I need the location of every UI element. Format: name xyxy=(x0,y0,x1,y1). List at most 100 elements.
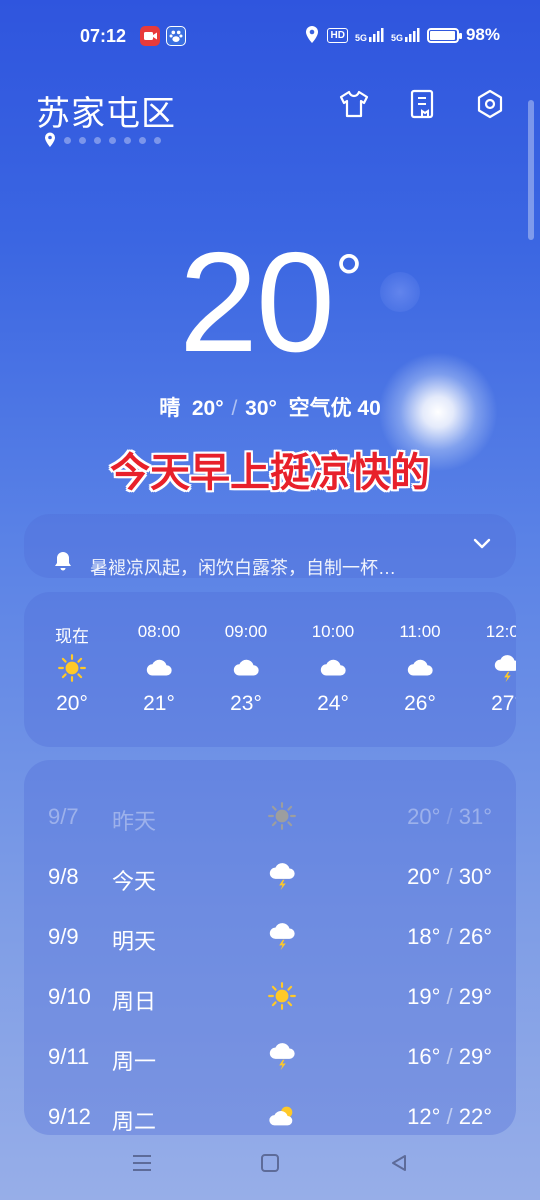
sunny-icon xyxy=(37,644,107,692)
temp-separator: / xyxy=(231,397,238,420)
daily-row[interactable]: 9/11 周一 16° / 29° xyxy=(24,1036,516,1076)
back-nav-button[interactable] xyxy=(389,1153,409,1178)
day-date: 9/9 xyxy=(48,924,79,949)
signal-5g-2: 5G xyxy=(391,27,420,43)
notebook-icon[interactable] xyxy=(406,88,438,120)
video-caption: 今天早上挺凉快的 xyxy=(110,451,430,495)
scrollbar[interactable] xyxy=(528,100,534,240)
day-temp-range: 18° / 26° xyxy=(407,924,492,949)
battery-percent: 98% xyxy=(465,25,500,44)
sunny-icon xyxy=(264,798,300,834)
cloudy-icon xyxy=(211,644,281,692)
air-quality[interactable]: 空气优 40 xyxy=(289,397,381,420)
sunny-icon xyxy=(264,978,300,1014)
hour-temp: 23° xyxy=(230,692,262,715)
hourly-item: 12:00 27° xyxy=(472,622,516,716)
thunderstorm-icon xyxy=(264,1038,300,1074)
location-page-indicator xyxy=(44,132,161,148)
day-temp-range: 12° / 22° xyxy=(407,1104,492,1129)
daily-row[interactable]: 9/12 周二 12° / 22° xyxy=(24,1096,516,1135)
city-name[interactable]: 苏家屯区 xyxy=(36,86,176,135)
menu-nav-button[interactable] xyxy=(131,1153,153,1178)
hour-time: 08:00 xyxy=(137,622,181,641)
daily-forecast[interactable]: 9/7 昨天 20° / 31° 9/8 今天 20° / 30° 9/9 明天 18° / 2… xyxy=(24,760,516,1135)
page-dot xyxy=(94,136,101,144)
day-date: 9/11 xyxy=(48,1044,90,1069)
thunderstorm-icon xyxy=(264,918,300,954)
hour-temp: 27° xyxy=(491,692,516,715)
hour-temp: 26° xyxy=(404,692,436,715)
navigation-bar xyxy=(0,1135,540,1200)
video-app-icon xyxy=(140,26,160,46)
low-temp: 20° xyxy=(191,397,224,420)
hourly-item: 10:00 24° xyxy=(298,622,368,716)
cloudy-icon xyxy=(385,644,455,692)
cloudy-icon xyxy=(298,644,368,692)
current-temperature-value: 20 xyxy=(179,223,335,382)
day-temp-range: 20° / 31° xyxy=(407,804,492,829)
status-right: HD 5G 5G 98% xyxy=(304,25,500,45)
page-dot xyxy=(124,136,131,144)
location-pin-icon xyxy=(45,132,55,147)
weather-tip-card[interactable]: 暑褪凉风起，闲饮白露茶，自制一杯… xyxy=(24,514,516,578)
daily-row[interactable]: 9/10 周日 19° / 29° xyxy=(24,976,516,1016)
hd-badge: HD xyxy=(327,27,348,43)
status-time: 07:12 xyxy=(80,26,127,46)
paw-app-icon xyxy=(166,26,186,46)
daily-row[interactable]: 9/7 昨天 20° / 31° xyxy=(24,796,516,836)
hour-time: 11:00 xyxy=(399,622,441,641)
hourly-item: 09:00 23° xyxy=(211,622,281,716)
hour-temp: 20° xyxy=(56,692,88,715)
chevron-down-icon[interactable] xyxy=(472,536,492,555)
day-temp-range: 16° / 29° xyxy=(407,1044,492,1069)
hourly-forecast[interactable]: 现在 20° 08:00 21° 09:00 23° 10:00 24° 11:00 26° 12:… xyxy=(24,592,516,747)
cloudy-icon xyxy=(124,644,194,692)
day-date: 9/12 xyxy=(48,1104,91,1129)
settings-icon[interactable] xyxy=(474,88,506,120)
home-nav-button[interactable] xyxy=(260,1153,280,1178)
current-temperature: 20° xyxy=(0,232,540,374)
hour-time: 10:00 xyxy=(311,622,355,641)
page-dot xyxy=(109,136,116,144)
hourly-item: 11:00 26° xyxy=(385,622,455,716)
signal-bars-icon xyxy=(404,28,420,42)
header-actions xyxy=(338,88,506,120)
partly-cloudy-icon xyxy=(264,1098,300,1134)
daily-row[interactable]: 9/9 明天 18° / 26° xyxy=(24,916,516,956)
day-name: 周一 xyxy=(112,1049,157,1074)
day-name: 周二 xyxy=(112,1109,157,1134)
page-dot xyxy=(154,136,161,144)
thunderstorm-icon xyxy=(264,858,300,894)
day-date: 9/7 xyxy=(48,804,79,829)
page-dot xyxy=(79,136,86,144)
weather-tip-text: 暑褪凉风起，闲饮白露茶，自制一杯… xyxy=(90,558,396,578)
status-bar: 07:12 HD 5G 5G 98% xyxy=(0,0,540,72)
signal-bars-icon xyxy=(368,28,384,42)
page-dot xyxy=(64,136,71,144)
bell-icon xyxy=(52,550,74,577)
day-date: 9/10 xyxy=(48,984,91,1009)
page-dot xyxy=(139,136,146,144)
hour-time: 12:00 xyxy=(485,622,516,641)
hour-temp: 21° xyxy=(143,692,175,715)
location-icon xyxy=(306,26,319,43)
day-name: 昨天 xyxy=(112,809,157,834)
hourly-item: 08:00 21° xyxy=(124,622,194,716)
thunderstorm-icon xyxy=(472,644,516,692)
day-temp-range: 20° / 30° xyxy=(407,864,492,889)
signal-5g-1: 5G xyxy=(355,27,384,43)
day-name: 周日 xyxy=(112,989,157,1014)
shirt-icon[interactable] xyxy=(338,88,370,120)
hour-time: 现在 xyxy=(55,627,89,646)
battery-icon xyxy=(426,27,462,43)
day-name: 明天 xyxy=(112,929,157,954)
weather-summary: 晴 20° / 30° 空气优 40 xyxy=(0,392,540,422)
high-temp: 30° xyxy=(245,397,277,420)
daily-row[interactable]: 9/8 今天 20° / 30° xyxy=(24,856,516,896)
day-temp-range: 19° / 29° xyxy=(407,984,492,1009)
hour-time: 09:00 xyxy=(224,622,268,641)
day-date: 9/8 xyxy=(48,864,79,889)
degree-symbol: ° xyxy=(334,240,363,318)
day-name: 今天 xyxy=(112,869,157,894)
hourly-item: 现在 20° xyxy=(37,622,107,716)
